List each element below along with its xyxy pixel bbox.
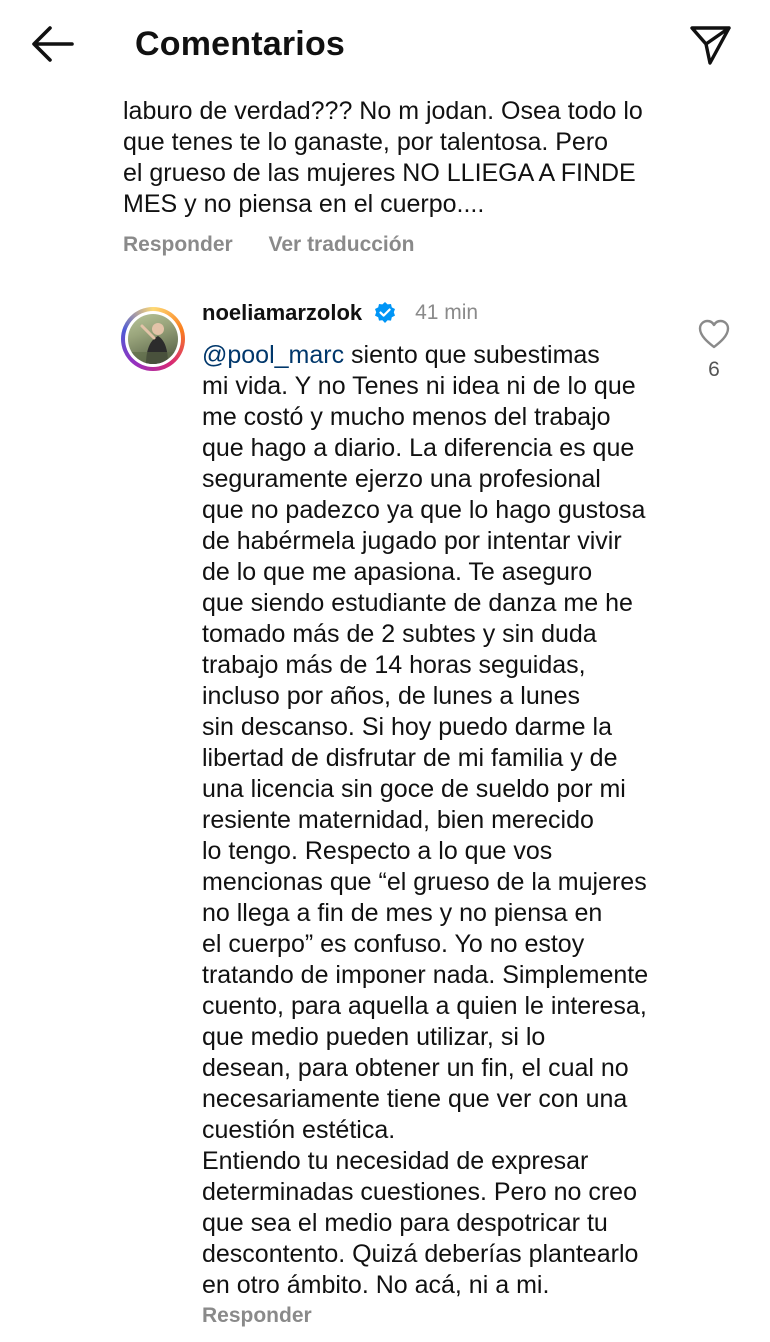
comment-line: de lo que me apasiona. Te aseguro <box>202 558 593 586</box>
previous-comment-actions: Responder Ver traducción <box>123 231 414 259</box>
comment-line: lo tengo. Respecto a lo que vos <box>202 837 553 865</box>
reply-comment-text: @pool_marc siento que subestimas mi vida… <box>202 340 702 1301</box>
comment-line: descontento. Quizá deberías plantearlo <box>202 1240 639 1268</box>
previous-comment-text: laburo de verdad??? No m jodan. Osea tod… <box>123 96 683 220</box>
comment-line: necesariamente tiene que ver con una <box>202 1085 628 1113</box>
comment-line: laburo de verdad??? No m jodan. Osea tod… <box>123 97 643 125</box>
mention-link[interactable]: @pool_marc <box>202 341 344 369</box>
comment-line: el grueso de las mujeres NO LLIEGA A FIN… <box>123 159 636 187</box>
see-translation-button[interactable]: Ver traducción <box>269 233 415 256</box>
page-title: Comentarios <box>135 25 346 63</box>
comment-line: resiente maternidad, bien merecido <box>202 806 594 834</box>
heart-outline-icon[interactable] <box>697 318 731 350</box>
comment-line: cuestión estética. <box>202 1116 396 1144</box>
verified-badge-icon <box>374 302 395 323</box>
comment-line: que tenes te lo ganaste, por talentosa. … <box>123 128 609 156</box>
comment-line: en otro ámbito. No acá, ni a mi. <box>202 1271 550 1299</box>
top-bar: Comentarios <box>0 0 770 88</box>
comment-time: 41 min <box>415 301 479 324</box>
comment-line: una licencia sin goce de sueldo por mi <box>202 775 626 803</box>
reply-button[interactable]: Responder <box>123 233 233 256</box>
comment-line: desean, para obtener un fin, el cual no <box>202 1054 629 1082</box>
comment-line: de habérmela jugado por intentar vivir <box>202 527 622 555</box>
avatar-border <box>125 311 181 367</box>
comment-line: el cuerpo” es confuso. Yo no estoy <box>202 930 585 958</box>
comment-line-text: siento que subestimas <box>344 341 600 369</box>
comment-line: mi vida. Y no Tenes ni idea ni de lo que <box>202 372 636 400</box>
comment-line: incluso por años, de lunes a lunes <box>202 682 581 710</box>
arrow-left-icon[interactable] <box>28 22 76 66</box>
comment-line: cuento, para aquella a quien le interesa… <box>202 992 647 1020</box>
comment-line: que no padezco ya que lo hago gustosa <box>202 496 646 524</box>
comment-line: no llega a fin de mes y no piensa en <box>202 899 603 927</box>
comment-line: determinadas cuestiones. Pero no creo <box>202 1178 637 1206</box>
avatar-silhouette-icon <box>128 323 178 364</box>
reply-comment-actions: Responder <box>202 1302 312 1330</box>
avatar-image <box>128 314 178 364</box>
comment-line: sin descanso. Si hoy puedo darme la <box>202 713 612 741</box>
comment-line: MES y no piensa en el cuerpo.... <box>123 190 485 218</box>
username[interactable]: noeliamarzolok <box>202 300 362 325</box>
comment-line: que siendo estudiante de danza me he <box>202 589 633 617</box>
like-count: 6 <box>708 358 720 381</box>
reply-button[interactable]: Responder <box>202 1304 312 1327</box>
comment-line: que medio pueden utilizar, si lo <box>202 1023 546 1051</box>
comment-header: noeliamarzolok 41 min <box>202 298 478 330</box>
comment-line: que sea el medio para despotricar tu <box>202 1209 608 1237</box>
comment-line-first: @pool_marc siento que subestimas <box>202 340 702 371</box>
comment-line: tratando de imponer nada. Simplemente <box>202 961 649 989</box>
comment-line: seguramente ejerzo una profesional <box>202 465 601 493</box>
comment-line: que hago a diario. La diferencia es que <box>202 434 635 462</box>
paper-plane-icon[interactable] <box>686 20 734 68</box>
comment-line: libertad de disfrutar de mi familia y de <box>202 744 618 772</box>
comment-line: trabajo más de 14 horas seguidas, <box>202 651 586 679</box>
comment-line: tomado más de 2 subtes y sin duda <box>202 620 597 648</box>
comment-line: Entiendo tu necesidad de expresar <box>202 1147 589 1175</box>
comment-line: me costó y mucho menos del trabajo <box>202 403 611 431</box>
avatar[interactable] <box>121 307 185 371</box>
comment-line: mencionas que “el grueso de la mujeres <box>202 868 647 896</box>
